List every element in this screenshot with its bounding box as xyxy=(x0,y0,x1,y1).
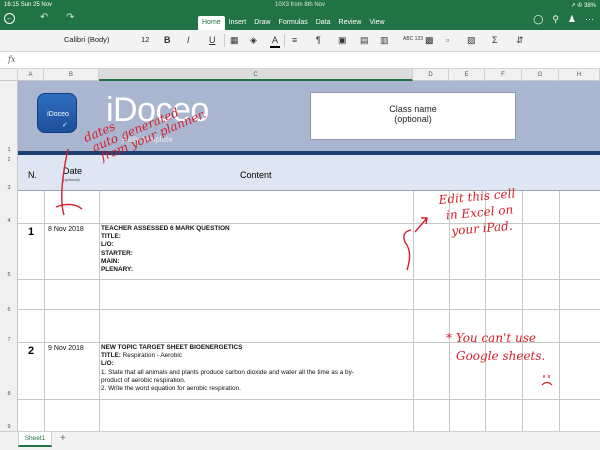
header-content: Content xyxy=(240,170,272,180)
lightbulb-icon[interactable]: ◯ xyxy=(533,14,543,25)
underline-button[interactable]: U xyxy=(209,34,216,46)
add-sheet-button[interactable]: + xyxy=(60,433,66,444)
fill-color-icon[interactable]: ◈ xyxy=(250,34,257,46)
row-header[interactable]: 3 xyxy=(0,185,18,191)
class-name-cell[interactable]: Class name (optional) xyxy=(310,92,516,140)
tab-review[interactable]: Review xyxy=(335,16,366,30)
grid-line xyxy=(99,191,100,431)
italic-button[interactable]: I xyxy=(187,34,190,46)
select-all-corner[interactable] xyxy=(0,69,18,81)
handwritten-note-edit: Edit this cell in Excel on your iPad. xyxy=(438,186,516,238)
font-color-icon[interactable]: A xyxy=(270,34,280,48)
idoceo-logo: iDoceo ✓ xyxy=(37,93,77,133)
grid-line xyxy=(18,279,600,280)
column-header[interactable]: D xyxy=(413,69,449,81)
grid-line xyxy=(18,399,600,400)
row-header[interactable]: 8 xyxy=(0,391,18,397)
column-header[interactable]: F xyxy=(485,69,522,81)
bold-button[interactable]: B xyxy=(164,34,171,46)
header-number: N. xyxy=(28,170,37,180)
row-headers: 1 2 3 4 5 6 7 8 9 xyxy=(0,81,18,431)
pen-icon: ✓ xyxy=(62,122,68,129)
entry-content[interactable]: NEW TOPIC TARGET SHEET BIOENERGETICS TIT… xyxy=(101,344,411,393)
tab-formulas[interactable]: Formulas xyxy=(275,16,312,30)
divider xyxy=(224,34,225,47)
entry-date: 9 Nov 2018 xyxy=(48,345,84,352)
divider xyxy=(284,34,285,47)
align-icon[interactable]: ≡ xyxy=(292,34,297,46)
borders-icon[interactable]: ▦ xyxy=(230,34,239,46)
paragraph-icon[interactable]: ¶ xyxy=(316,34,321,46)
entry-number: 2 xyxy=(28,345,35,357)
row-header[interactable]: 1 xyxy=(0,147,18,153)
search-icon[interactable]: ⚲ xyxy=(552,14,559,25)
share-icon[interactable]: ♟ xyxy=(568,14,576,25)
sort-filter-icon[interactable]: ⇵ xyxy=(516,34,524,46)
grid-line xyxy=(522,191,523,431)
column-header[interactable]: A xyxy=(18,69,44,81)
handwritten-arrow xyxy=(55,148,83,216)
entry-content[interactable]: TEACHER ASSESSED 6 MARK QUESTION TITLE: … xyxy=(101,225,411,274)
tab-draw[interactable]: Draw xyxy=(250,16,274,30)
font-size-select[interactable]: 12 xyxy=(141,35,149,44)
row-header[interactable]: 2 xyxy=(0,157,18,163)
function-icon[interactable]: fx xyxy=(8,55,15,64)
tab-data[interactable]: Data xyxy=(312,16,335,30)
column-header[interactable]: G xyxy=(522,69,559,81)
entry-date: 8 Nov 2018 xyxy=(48,226,84,233)
redo-icon[interactable]: ↷ xyxy=(66,13,74,23)
row-header[interactable]: 4 xyxy=(0,218,18,224)
grid-line xyxy=(18,309,600,310)
column-header[interactable]: E xyxy=(449,69,485,81)
wrap-text-button[interactable]: ABC 123 xyxy=(403,36,423,42)
handwritten-note-google: * You can't use Google sheets. xyxy=(446,331,546,363)
insert-cells-icon[interactable]: ▩ xyxy=(425,34,434,46)
column-headers: A B C D E F G H xyxy=(0,69,600,81)
grid-line xyxy=(44,191,45,431)
autosum-icon[interactable]: Σ xyxy=(492,34,498,46)
sheet-tab-sheet1[interactable]: Sheet1 xyxy=(18,432,52,447)
font-name-select[interactable]: Calibri (Body) xyxy=(64,35,136,44)
grid-line xyxy=(559,191,560,431)
row-header[interactable]: 9 xyxy=(0,424,18,430)
ribbon-toolbar: Calibri (Body) 12 B I U ▦ ◈ A ≡ ¶ ▣ ▤ ▥ … xyxy=(0,30,600,52)
handwritten-sad-face xyxy=(541,375,553,386)
conditional-format-icon[interactable]: ▥ xyxy=(380,34,389,46)
sheet-tab-bar: Sheet1 + xyxy=(0,431,600,450)
worksheet-grid[interactable]: iDoceo ✓ iDoceo Daily template Class nam… xyxy=(18,81,600,431)
column-header[interactable]: H xyxy=(559,69,600,81)
title-bar: 16:15 Sun 25 Nov 10X3 from 8th Nov ↗ ✇ 3… xyxy=(0,0,600,30)
document-title: 10X3 from 8th Nov xyxy=(274,2,326,8)
format-cells-icon[interactable]: ▨ xyxy=(467,34,476,46)
entry-number: 1 xyxy=(28,226,35,238)
delete-cells-icon[interactable]: ▫ xyxy=(446,34,449,46)
handwritten-arrow xyxy=(403,217,428,271)
tab-insert[interactable]: Insert xyxy=(225,16,251,30)
undo-icon[interactable]: ↶ xyxy=(40,13,48,23)
row-header[interactable]: 6 xyxy=(0,307,18,313)
excel-app-window: 16:15 Sun 25 Nov 10X3 from 8th Nov ↗ ✇ 3… xyxy=(0,0,600,450)
column-header[interactable]: C xyxy=(99,69,413,81)
formula-bar[interactable]: fx xyxy=(0,52,600,69)
tab-home[interactable]: Home xyxy=(198,16,225,30)
row-header[interactable]: 5 xyxy=(0,272,18,278)
column-header[interactable]: B xyxy=(44,69,99,81)
back-icon[interactable]: ← xyxy=(4,13,15,24)
ribbon-tabs: Home Insert Draw Formulas Data Review Vi… xyxy=(198,16,389,30)
tab-view[interactable]: View xyxy=(365,16,388,30)
number-format-icon[interactable]: ▤ xyxy=(360,34,369,46)
row-header[interactable]: 7 xyxy=(0,337,18,343)
top-right-icons: ◯ ⚲ ♟ ⋯ xyxy=(533,14,594,25)
merge-cells-icon[interactable]: ▣ xyxy=(338,34,347,46)
more-icon[interactable]: ⋯ xyxy=(585,14,594,25)
battery-status: ↗ ✇ 38% xyxy=(570,3,596,9)
